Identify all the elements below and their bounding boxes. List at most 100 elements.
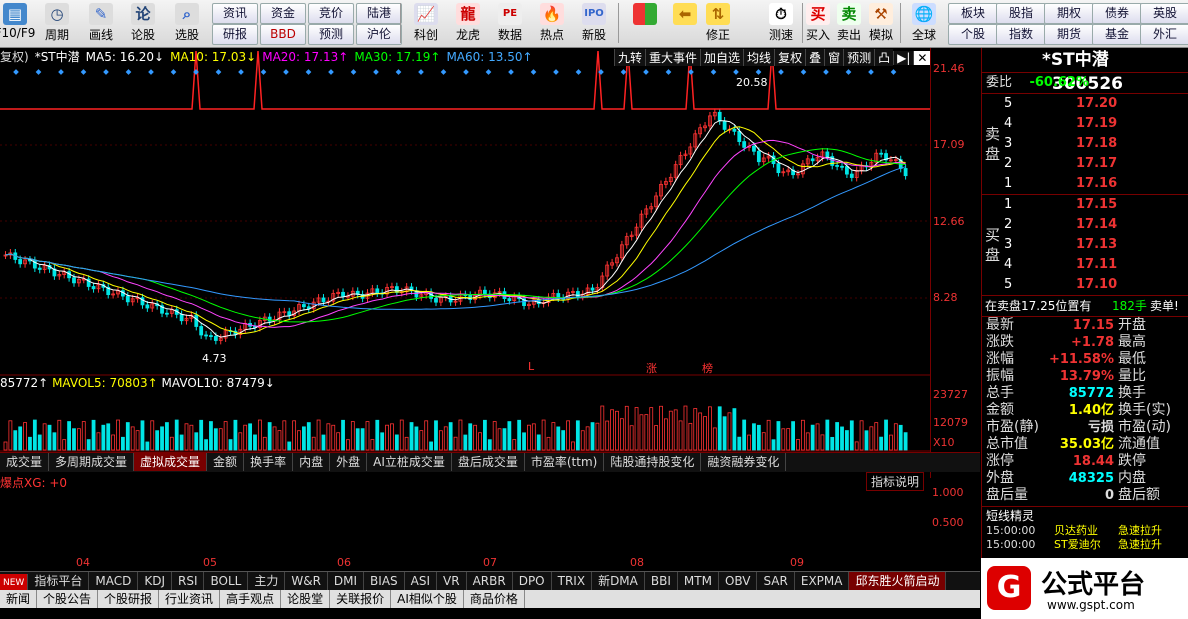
tab-volume[interactable]: 成交量 xyxy=(0,453,50,471)
buy-level-row[interactable]: 3 17.13 xyxy=(1004,235,1184,255)
wizard-alert-row[interactable]: 15:00:00 ST爱迪尔 急速拉升 xyxy=(982,538,1188,552)
nine-turn-button[interactable]: 九转 xyxy=(614,49,646,66)
tab-commodities[interactable]: 商品价格 xyxy=(464,590,525,608)
news-tab[interactable]: 资讯 xyxy=(212,3,258,24)
tab-kdj[interactable]: KDJ xyxy=(138,572,172,590)
period-button[interactable]: ◷ 周期 xyxy=(36,2,78,44)
tab-vr[interactable]: VR xyxy=(437,572,467,590)
futures-tab[interactable]: 期货 xyxy=(1044,24,1094,45)
kline-chart-area[interactable] xyxy=(0,48,980,478)
tab-bias[interactable]: BIAS xyxy=(364,572,405,590)
close-icon[interactable]: ✕ xyxy=(913,51,931,65)
marker-l[interactable]: L xyxy=(528,360,534,373)
sell-level-row[interactable]: 4 17.19 xyxy=(1004,114,1184,134)
funds-tab[interactable]: 资金 xyxy=(260,3,306,24)
funds-market-tab[interactable]: 基金 xyxy=(1092,24,1142,45)
global-button[interactable]: 🌐 全球 xyxy=(903,2,945,44)
tab-bbi[interactable]: BBI xyxy=(645,572,678,590)
buy-level-row[interactable]: 5 17.10 xyxy=(1004,275,1184,295)
tab-new-dma[interactable]: 新DMA xyxy=(592,572,645,590)
sell-level-row[interactable]: 5 17.20 xyxy=(1004,94,1184,114)
add-watchlist-button[interactable]: 加自选 xyxy=(700,49,744,66)
hotspot-button[interactable]: 🔥 热点 xyxy=(531,2,573,44)
discuss-button[interactable]: 论论股 xyxy=(122,2,164,44)
tab-ai-similar[interactable]: AI相似个股 xyxy=(391,590,464,608)
adjust-button[interactable]: ⇅ 修正 xyxy=(697,2,739,44)
tab-dpo[interactable]: DPO xyxy=(513,572,552,590)
tab-outer[interactable]: 外盘 xyxy=(330,453,368,471)
bbd-tab[interactable]: BBD xyxy=(260,24,306,45)
tab-forum[interactable]: 论股堂 xyxy=(281,590,331,608)
hk-connect-tab[interactable]: 陆港 xyxy=(356,3,402,24)
tab-amount[interactable]: 金额 xyxy=(207,453,245,471)
overlay-button[interactable]: 叠 xyxy=(805,49,825,66)
tab-inner[interactable]: 内盘 xyxy=(293,453,331,471)
simulate-button[interactable]: ⚒ 模拟 xyxy=(860,2,902,44)
tab-trix[interactable]: TRIX xyxy=(552,572,593,590)
tab-news[interactable]: 新闻 xyxy=(0,590,38,608)
window-layout-button[interactable] xyxy=(624,2,666,44)
tab-ai-volume[interactable]: AI立桩成交量 xyxy=(367,453,452,471)
tab-main-force[interactable]: 主力 xyxy=(248,572,286,590)
ma-button[interactable]: 均线 xyxy=(743,49,775,66)
tab-after-hours-volume[interactable]: 盘后成交量 xyxy=(452,453,525,471)
tab-related-quotes[interactable]: 关联报价 xyxy=(330,590,392,608)
indicator-help-button[interactable]: 指标说明 xyxy=(866,472,925,491)
tab-obv[interactable]: OBV xyxy=(719,572,758,590)
auction-tab[interactable]: 竞价 xyxy=(308,3,354,24)
tab-multi-period-volume[interactable]: 多周期成交量 xyxy=(49,453,135,471)
tab-arbr[interactable]: ARBR xyxy=(467,572,513,590)
tab-stock-research[interactable]: 个股研报 xyxy=(98,590,160,608)
major-events-button[interactable]: 重大事件 xyxy=(645,49,701,66)
buy-level-row[interactable]: 4 17.11 xyxy=(1004,255,1184,275)
tab-rocket-start[interactable]: 邱东胜火箭启动 xyxy=(849,572,947,590)
index-tab[interactable]: 指数 xyxy=(996,24,1046,45)
marker-bang[interactable]: 榜 xyxy=(702,360,713,376)
adjust-price-button[interactable]: 复权 xyxy=(774,49,806,66)
tab-expert-views[interactable]: 高手观点 xyxy=(220,590,282,608)
tab-wr[interactable]: W&R xyxy=(285,572,328,590)
draw-line-button[interactable]: ✎ 画线 xyxy=(80,2,122,44)
tab-sar[interactable]: SAR xyxy=(757,572,795,590)
shanghai-london-tab[interactable]: 沪伦 xyxy=(356,24,402,45)
buy-level-row[interactable]: 2 17.14 xyxy=(1004,215,1184,235)
wizard-alert-row[interactable]: 15:00:00 贝达药业 急速拉升 xyxy=(982,524,1188,538)
dragon-tiger-button[interactable]: 龍龙虎 xyxy=(447,2,489,44)
tab-northbound[interactable]: 陆股通持股变化 xyxy=(604,453,702,471)
sell-level-row[interactable]: 2 17.17 xyxy=(1004,154,1184,174)
single-stock-tab[interactable]: 个股 xyxy=(948,24,998,45)
bonds-tab[interactable]: 债券 xyxy=(1092,3,1142,24)
forex-tab[interactable]: 外汇 xyxy=(1140,24,1188,45)
tab-dmi[interactable]: DMI xyxy=(328,572,365,590)
shape-button[interactable]: 凸 xyxy=(874,49,894,66)
uk-stocks-tab[interactable]: 英股 xyxy=(1140,3,1188,24)
sector-tab[interactable]: 板块 xyxy=(948,3,998,24)
tab-margin[interactable]: 融资融券变化 xyxy=(701,453,787,471)
buy-level-row[interactable]: 1 17.15 xyxy=(1004,195,1184,215)
window-button[interactable]: 窗 xyxy=(824,49,844,66)
sell-level-row[interactable]: 3 17.18 xyxy=(1004,134,1184,154)
options-tab[interactable]: 期权 xyxy=(1044,3,1094,24)
tab-virtual-volume[interactable]: 虚拟成交量 xyxy=(134,453,208,471)
stock-index-tab[interactable]: 股指 xyxy=(996,3,1046,24)
new-stock-button[interactable]: IPO 新股 xyxy=(573,2,615,44)
tab-macd[interactable]: MACD xyxy=(89,572,139,590)
tab-indicator-platform[interactable]: 指标平台 xyxy=(28,572,90,590)
stock-select-button[interactable]: ⌕ 选股 xyxy=(166,2,208,44)
star-market-button[interactable]: 📈 科创 xyxy=(405,2,447,44)
tab-turnover[interactable]: 换手率 xyxy=(244,453,294,471)
sell-level-row[interactable]: 1 17.16 xyxy=(1004,174,1184,194)
data-button[interactable]: PE 数据 xyxy=(489,2,531,44)
tab-announcements[interactable]: 个股公告 xyxy=(37,590,99,608)
tab-boll[interactable]: BOLL xyxy=(204,572,249,590)
marker-zhang[interactable]: 涨 xyxy=(646,360,657,376)
tab-industry-news[interactable]: 行业资讯 xyxy=(159,590,221,608)
f10-button[interactable]: ▤F10/F9 xyxy=(0,2,36,44)
tab-expma[interactable]: EXPMA xyxy=(795,572,850,590)
tab-pe-ttm[interactable]: 市盈率(ttm) xyxy=(525,453,605,471)
research-tab[interactable]: 研报 xyxy=(212,24,258,45)
tab-mtm[interactable]: MTM xyxy=(678,572,719,590)
tab-rsi[interactable]: RSI xyxy=(172,572,205,590)
forecast-tab[interactable]: 预测 xyxy=(308,24,354,45)
forecast-button[interactable]: 预测 xyxy=(843,49,875,66)
